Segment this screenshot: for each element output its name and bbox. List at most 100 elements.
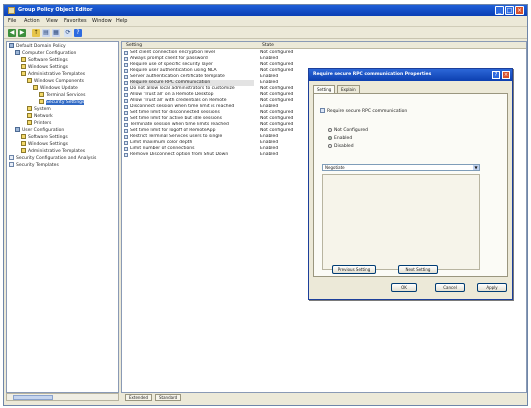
properties-icon[interactable]: ▦: [52, 29, 60, 37]
up-folder-icon[interactable]: ↑: [32, 29, 40, 37]
tree-horizontal-scrollbar[interactable]: [6, 393, 119, 401]
tree-item[interactable]: Security Templates: [9, 162, 59, 168]
toolbar: ◀ ▶ ↑ ▤ ▦ ⟳ ?: [4, 27, 527, 39]
menu-view[interactable]: View: [46, 18, 58, 24]
scroll-thumb[interactable]: [13, 395, 53, 400]
setting-icon: [124, 51, 128, 55]
dialog-close-button[interactable]: ×: [502, 71, 510, 79]
menu-bar: File Action View Favorites Window Help: [4, 16, 527, 27]
radio-not-configured[interactable]: Not Configured: [328, 128, 368, 133]
tree-item-selected[interactable]: Security Settings: [39, 99, 85, 105]
help-icon[interactable]: ?: [74, 29, 82, 37]
setting-icon: [320, 108, 325, 113]
tree-item[interactable]: System: [27, 106, 51, 112]
menu-favorites[interactable]: Favorites: [64, 18, 87, 24]
tree-item[interactable]: Software Settings: [21, 134, 68, 140]
tree-item[interactable]: Software Settings: [21, 57, 68, 63]
list-item[interactable]: Remove Disconnect option from Shut Down E…: [122, 152, 302, 158]
radio-button[interactable]: [328, 144, 332, 148]
folder-icon: [21, 71, 26, 76]
folder-icon: [39, 99, 44, 104]
maximize-button[interactable]: □: [505, 6, 514, 15]
dialog-help-button[interactable]: ?: [492, 71, 500, 79]
folder-icon: [27, 120, 32, 125]
tree-item[interactable]: Terminal Services: [39, 92, 85, 98]
setting-name: Require secure RPC communication: [320, 108, 407, 114]
properties-dialog: Require secure RPC communication Propert…: [308, 68, 513, 300]
folder-icon: [27, 113, 32, 118]
tab-setting[interactable]: Setting: [313, 85, 336, 93]
ok-button[interactable]: OK: [391, 283, 417, 292]
back-icon[interactable]: ◀: [8, 29, 16, 37]
console-tree[interactable]: Default Domain Policy Computer Configura…: [6, 41, 119, 393]
radio-button[interactable]: [328, 136, 332, 140]
apply-button[interactable]: Apply: [477, 283, 507, 292]
tree-item[interactable]: Default Domain Policy: [9, 43, 66, 49]
setting-icon: [124, 63, 128, 67]
tab-explain[interactable]: Explain: [337, 85, 360, 93]
setting-panel: Require secure RPC communication Not Con…: [313, 93, 508, 277]
setting-icon: [124, 75, 128, 79]
tree-item[interactable]: Security Configuration and Analysis: [9, 155, 96, 161]
folder-icon: [33, 85, 38, 90]
menu-window[interactable]: Window: [92, 18, 112, 24]
dialog-title: Require secure RPC communication Propert…: [313, 72, 432, 77]
setting-icon: [124, 147, 128, 151]
setting-icon: [124, 135, 128, 139]
dialog-tabs: Setting Explain: [313, 85, 508, 93]
menu-help[interactable]: Help: [116, 18, 127, 24]
tab-extended[interactable]: Extended: [125, 394, 152, 401]
previous-setting-button[interactable]: Previous Setting: [332, 265, 376, 274]
radio-disabled[interactable]: Disabled: [328, 144, 354, 149]
chevron-down-icon[interactable]: ▼: [473, 165, 479, 170]
setting-icon: [124, 81, 128, 85]
next-setting-button[interactable]: Next Setting: [398, 265, 438, 274]
title-bar[interactable]: Group Policy Object Editor _ □ ×: [4, 5, 527, 16]
column-header-setting[interactable]: Setting: [126, 43, 142, 48]
list-header: Setting State: [122, 42, 526, 49]
folder-icon: [21, 148, 26, 153]
folder-icon: [21, 141, 26, 146]
setting-icon: [124, 93, 128, 97]
tree-item[interactable]: Network: [27, 113, 53, 119]
folder-icon: [27, 78, 32, 83]
tree-item[interactable]: Windows Update: [33, 85, 78, 91]
refresh-icon[interactable]: ⟳: [64, 29, 72, 37]
minimize-button[interactable]: _: [495, 6, 504, 15]
tree-item[interactable]: Windows Settings: [21, 141, 68, 147]
setting-icon: [124, 129, 128, 133]
folder-icon: [27, 106, 32, 111]
cancel-button[interactable]: Cancel: [435, 283, 465, 292]
tree-item[interactable]: Administrative Templates: [21, 148, 85, 154]
tree-item[interactable]: Administrative Templates: [21, 71, 85, 77]
setting-icon: [124, 153, 128, 157]
user-icon: [15, 127, 20, 132]
setting-icon: [124, 117, 128, 121]
menu-action[interactable]: Action: [24, 18, 40, 24]
menu-file[interactable]: File: [8, 18, 16, 24]
setting-icon: [124, 123, 128, 127]
forward-icon[interactable]: ▶: [18, 29, 26, 37]
tree-item[interactable]: Windows Settings: [21, 64, 68, 70]
computer-icon: [9, 43, 14, 48]
document-icon: [9, 162, 14, 167]
radio-enabled[interactable]: Enabled: [328, 136, 352, 141]
tab-standard[interactable]: Standard: [155, 394, 182, 401]
setting-icon: [124, 69, 128, 73]
folder-icon: [21, 64, 26, 69]
column-header-state[interactable]: State: [262, 43, 274, 48]
setting-icon: [124, 141, 128, 145]
tree-item[interactable]: Printers: [27, 120, 51, 126]
radio-button[interactable]: [328, 128, 332, 132]
show-tree-icon[interactable]: ▤: [42, 29, 50, 37]
tree-item[interactable]: User Configuration: [15, 127, 64, 133]
close-button[interactable]: ×: [515, 6, 524, 15]
setting-icon: [124, 57, 128, 61]
folder-icon: [39, 92, 44, 97]
security-level-select[interactable]: Negotiate ▼: [322, 164, 480, 171]
computer-icon: [15, 50, 20, 55]
setting-icon: [124, 111, 128, 115]
dialog-title-bar[interactable]: Require secure RPC communication Propert…: [309, 69, 512, 81]
tree-item[interactable]: Windows Components: [27, 78, 84, 84]
tree-item[interactable]: Computer Configuration: [15, 50, 76, 56]
